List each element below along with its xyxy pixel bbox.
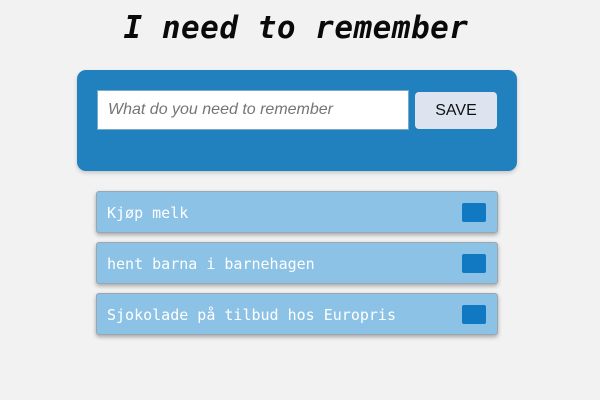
save-button[interactable]: SAVE	[415, 92, 497, 129]
reminder-list: Kjøp melk hent barna i barnehagen Sjokol…	[96, 191, 498, 344]
list-item-label: Sjokolade på tilbud hos Europris	[107, 306, 396, 324]
page-title: I need to remember	[123, 10, 469, 46]
list-item-label: Kjøp melk	[107, 204, 189, 222]
add-reminder-form: SAVE	[77, 70, 517, 171]
list-item-label: hent barna i barnehagen	[107, 255, 315, 273]
done-checkbox[interactable]	[462, 203, 486, 222]
list-item: Sjokolade på tilbud hos Europris	[96, 293, 498, 335]
app-page: I need to remember SAVE Kjøp melk hent b…	[0, 0, 600, 400]
list-item: hent barna i barnehagen	[96, 242, 498, 284]
reminder-input[interactable]	[97, 90, 409, 130]
done-checkbox[interactable]	[462, 254, 486, 273]
list-item: Kjøp melk	[96, 191, 498, 233]
done-checkbox[interactable]	[462, 305, 486, 324]
